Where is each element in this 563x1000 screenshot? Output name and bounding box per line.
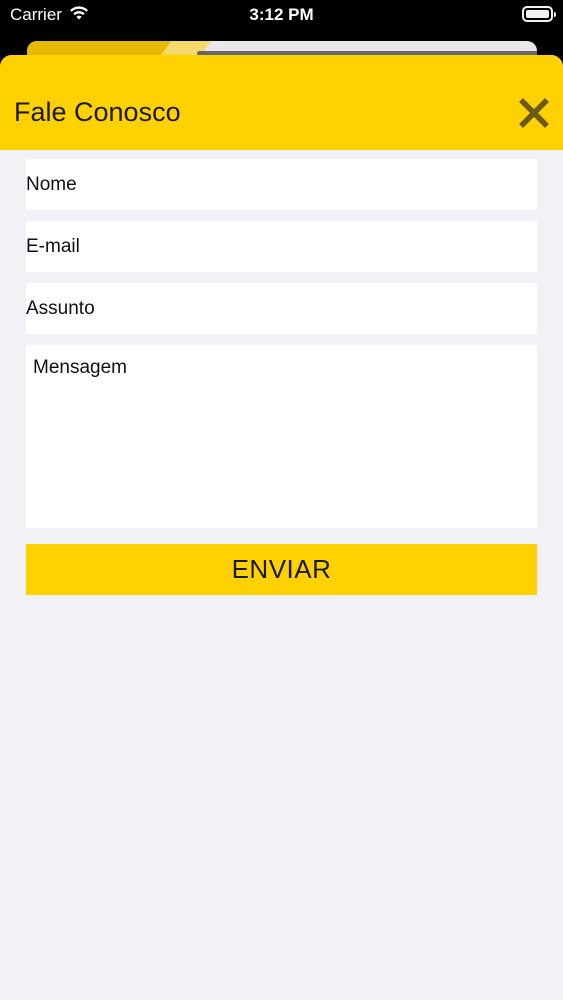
contact-form: Nome E-mail Assunto Mensagem ENVIAR bbox=[0, 150, 563, 595]
message-field[interactable]: Mensagem bbox=[26, 345, 537, 528]
status-time: 3:12 PM bbox=[249, 5, 314, 24]
email-field[interactable]: E-mail bbox=[26, 221, 537, 272]
sheet-header: Fale Conosco bbox=[0, 55, 563, 150]
battery-icon bbox=[522, 6, 556, 22]
subject-field[interactable]: Assunto bbox=[26, 283, 537, 334]
app-screen: Carrier 3:12 PM Fale Conosco Nome E-mail bbox=[0, 0, 563, 1000]
status-bar: Carrier 3:12 PM bbox=[0, 0, 563, 30]
email-field-placeholder: E-mail bbox=[26, 235, 80, 257]
name-field[interactable]: Nome bbox=[26, 159, 537, 210]
close-icon[interactable] bbox=[517, 96, 551, 130]
contact-sheet: Fale Conosco Nome E-mail Assunto Mensage… bbox=[0, 55, 563, 1000]
send-button-label: ENVIAR bbox=[231, 554, 332, 584]
name-field-placeholder: Nome bbox=[26, 173, 77, 195]
message-field-placeholder: Mensagem bbox=[33, 357, 127, 378]
page-title: Fale Conosco bbox=[14, 97, 181, 127]
subject-field-placeholder: Assunto bbox=[26, 297, 95, 319]
send-button[interactable]: ENVIAR bbox=[26, 544, 537, 595]
